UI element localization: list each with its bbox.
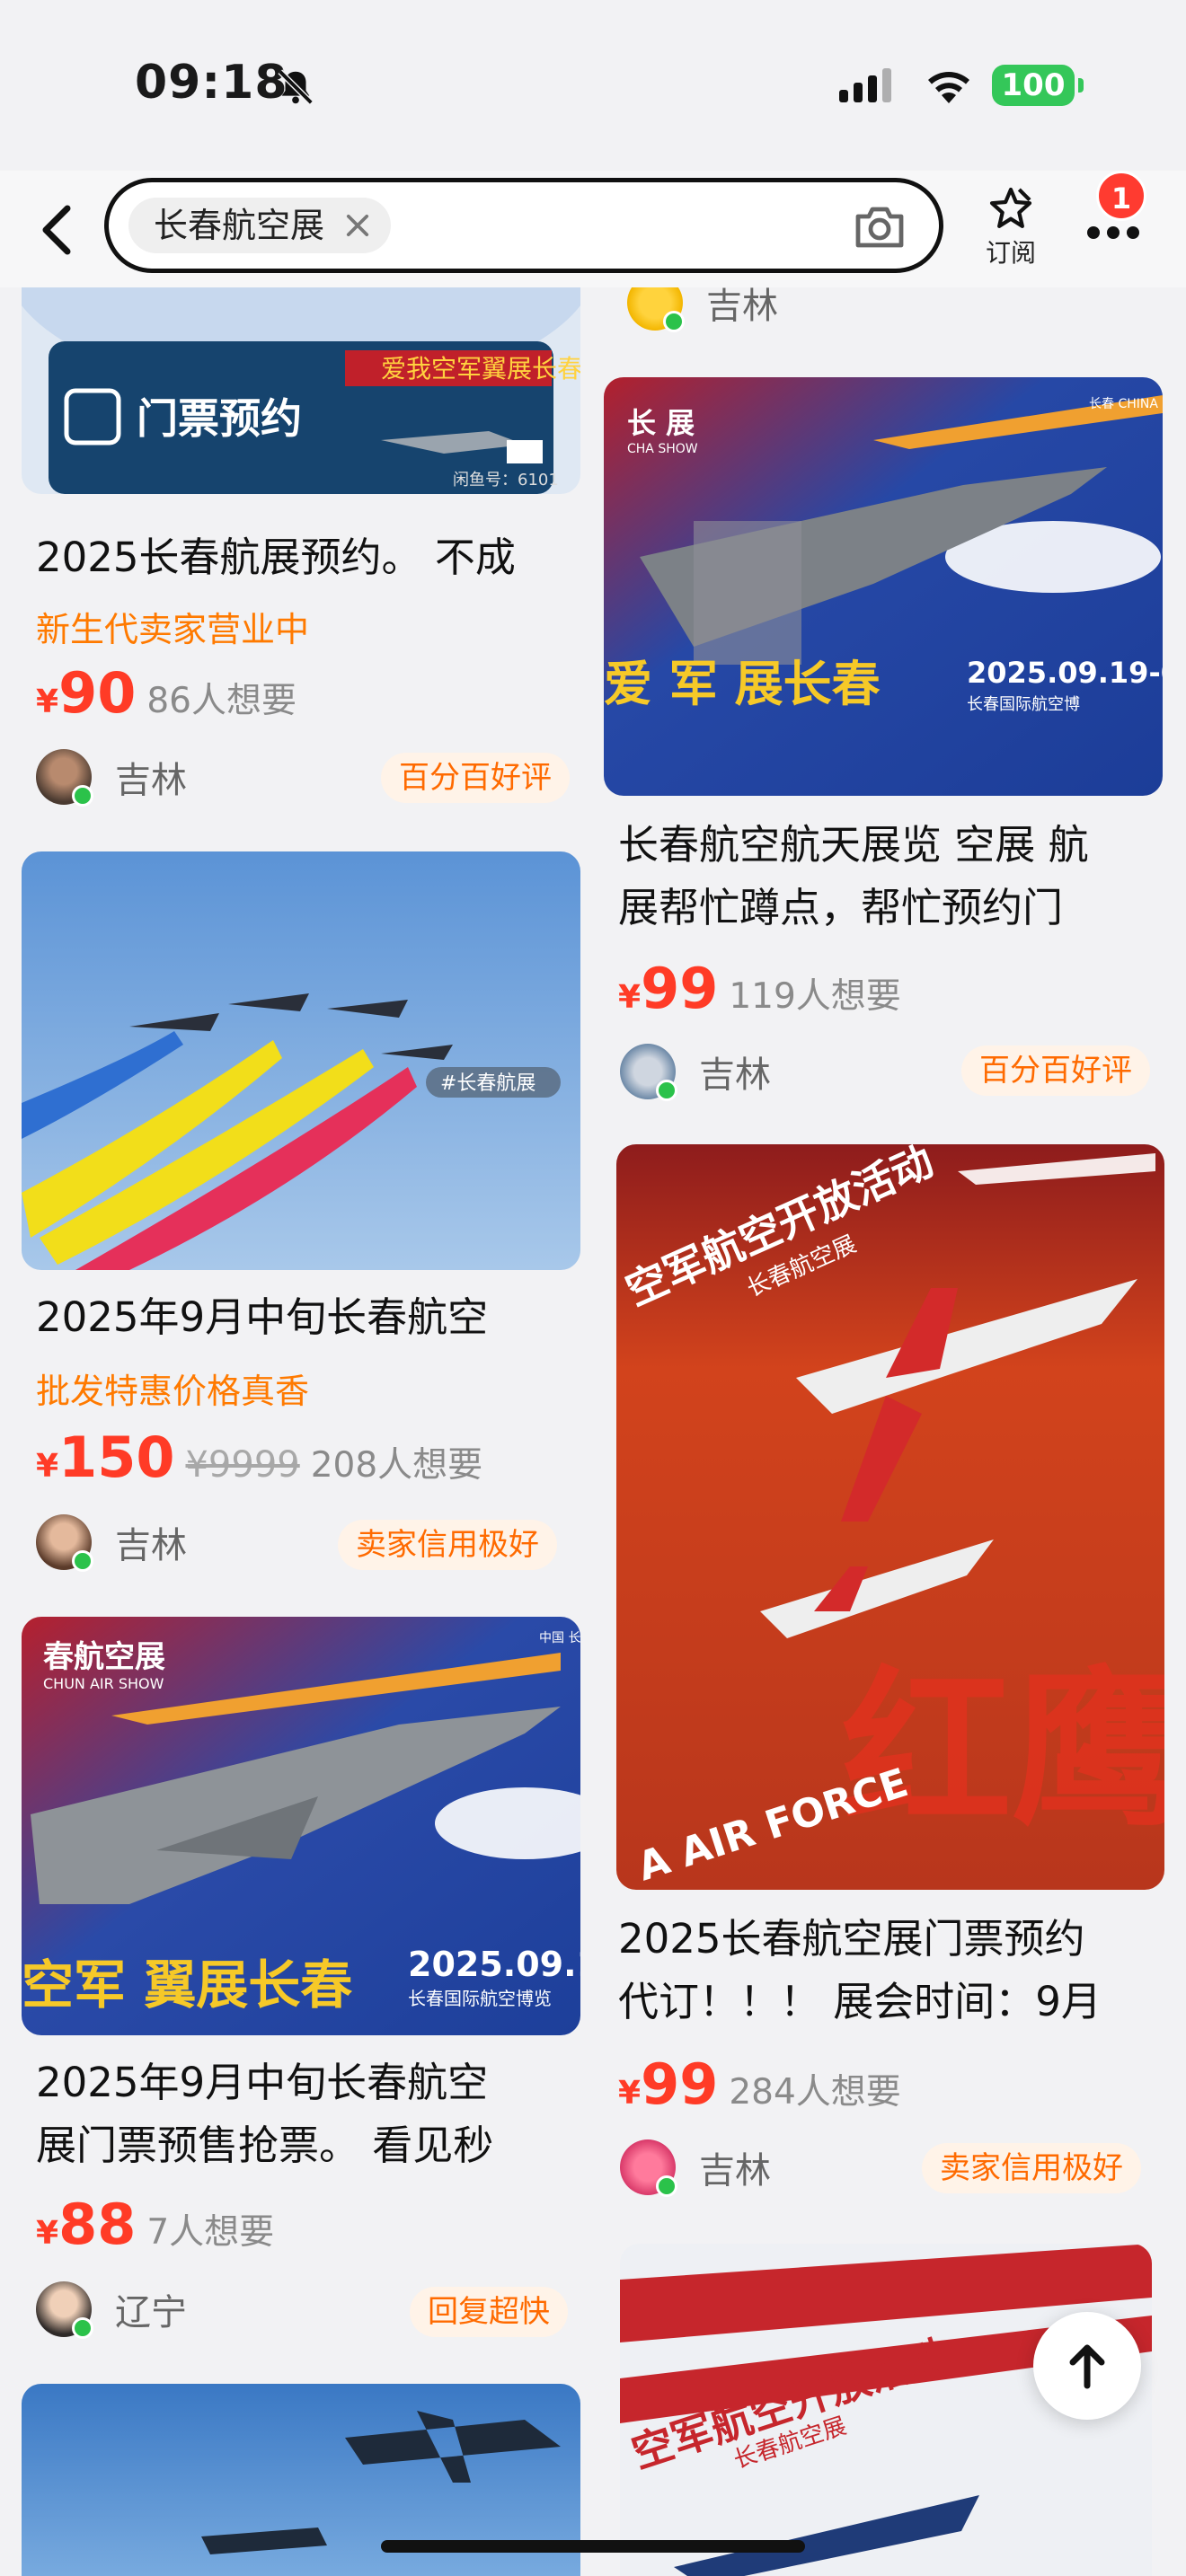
corner-text: 中国 长 (539, 1631, 580, 1645)
wifi-icon (928, 72, 969, 103)
product-title-line-1[interactable]: 2025年9月中旬长春航空 (36, 2051, 575, 2114)
product-title-line-2[interactable]: 代订！！！ 展会时间：9月 (618, 1971, 1166, 2033)
product-feed: 爱我空军翼展长春 门票预约 闲鱼号：6101 2025长春航展预约。 不成 新生… (0, 0, 1186, 2576)
event-date: 2025.09.19- (408, 1945, 580, 1984)
seller-row[interactable]: 吉林 (36, 1514, 187, 1572)
back-arrow-icon[interactable] (34, 203, 79, 257)
price-row: ¥ 150 ¥9999 208人想要 (36, 1425, 482, 1490)
search-box[interactable]: 长春航空展 (104, 178, 943, 273)
price: 150 (58, 1425, 175, 1490)
want-count: 86人想要 (146, 681, 296, 721)
seller-tag: 百分百好评 (961, 1045, 1150, 1096)
event-date: 2025.09.19-09.1 (967, 656, 1163, 690)
clear-icon[interactable] (342, 210, 373, 241)
team-name: 红鹰 (841, 1651, 1164, 1849)
brand-en: CHA SHOW (627, 442, 698, 456)
brand-text: 春航空展 (43, 1639, 165, 1675)
price-row: ¥ 99 119人想要 (618, 956, 901, 1021)
seller-row[interactable]: 吉林 (620, 2139, 771, 2197)
product-title[interactable]: 2025年9月中旬长春航空 (36, 1286, 575, 1349)
avatar[interactable] (36, 2281, 93, 2339)
price: 90 (58, 660, 137, 726)
seller-location: 吉林 (699, 1054, 771, 1096)
currency-symbol: ¥ (36, 2215, 59, 2252)
id-badge: 闲鱼号：6101 (453, 471, 559, 490)
brand-en: CHUN AIR SHOW (43, 1675, 164, 1692)
want-count: 7人想要 (146, 2212, 275, 2253)
seller-tag: 百分百好评 (381, 753, 570, 803)
price: 99 (641, 956, 719, 1021)
search-query-chip[interactable]: 长春航空展 (128, 198, 392, 253)
price-row: ¥ 99 284人想要 (618, 2051, 901, 2117)
promo-text: 新生代卖家营业中 (36, 610, 310, 649)
product-title-line-1[interactable]: 长春航空航天展览 空展 航 (618, 814, 1166, 877)
subscribe-star-icon (989, 187, 1032, 228)
currency-symbol: ¥ (36, 1448, 59, 1485)
product-image[interactable]: 春航空展 CHUN AIR SHOW 中国 长 空军 翼展长春 2025.09.… (22, 1617, 580, 2035)
product-title-line-1[interactable]: 2025长春航空展门票预约 (618, 1908, 1166, 1971)
product-image[interactable]: 空军航空开放活动 长春航空展 红鹰 A AIR FORCE (616, 1144, 1164, 1890)
currency-symbol: ¥ (36, 684, 59, 720)
promo-text: 批发特惠价格真香 (36, 1372, 310, 1411)
seller-location: 吉林 (699, 2150, 771, 2192)
want-count: 284人想要 (729, 2072, 901, 2113)
seller-tag: 卖家信用极好 (338, 1520, 557, 1570)
hashtag: #长春航展 (440, 1072, 535, 1095)
camera-icon[interactable] (853, 204, 907, 251)
slogan: 爱 军 展长春 (604, 656, 881, 712)
product-title[interactable]: 2025长春航展预约。 不成 (36, 526, 575, 589)
avatar[interactable] (620, 2139, 677, 2197)
slogan: 空军 翼展长春 (22, 1954, 352, 2016)
mute-bell-icon (278, 69, 314, 105)
want-count: 208人想要 (310, 1445, 483, 1486)
subscribe-button[interactable]: 订阅 (979, 183, 1042, 269)
avatar[interactable] (36, 1514, 93, 1572)
seller-row[interactable]: 吉林 (620, 1044, 771, 1101)
corner-text: 长春 CHINA (1089, 397, 1158, 411)
currency-symbol: ¥ (618, 979, 642, 1016)
home-indicator[interactable] (381, 2540, 805, 2553)
price: 88 (58, 2192, 137, 2257)
search-query-text: 长春航空展 (154, 206, 325, 245)
product-title-line-2[interactable]: 展帮忙蹲点，帮忙预约门 (618, 877, 1166, 940)
notification-badge: 1 (1096, 171, 1146, 221)
back-to-top-button[interactable] (1033, 2312, 1141, 2420)
seller-location: 辽宁 (115, 2292, 187, 2333)
seller-location: 吉林 (115, 760, 187, 801)
seller-row[interactable]: 吉林 (36, 749, 187, 807)
more-icon[interactable] (1087, 226, 1139, 239)
price-row: ¥ 88 7人想要 (36, 2192, 274, 2257)
product-title-line-2[interactable]: 展门票预售抢票。 看见秒 (36, 2114, 575, 2177)
clock: 09:18 (135, 56, 288, 110)
back-to-top-icon (1069, 2344, 1105, 2389)
ticket-label: 门票预约 (137, 394, 302, 443)
price-row: ¥ 90 86人想要 (36, 660, 296, 726)
search-header: 长春航空展 订阅 1 (0, 171, 1186, 287)
product-image[interactable]: #长春航展 (22, 851, 580, 1270)
svg-text:爱我空军翼展长春: 爱我空军翼展长春 (381, 354, 580, 384)
seller-tag: 卖家信用极好 (922, 2143, 1141, 2193)
original-price: ¥9999 (185, 1444, 300, 1486)
seller-tag: 回复超快 (410, 2287, 568, 2337)
cellular-signal-icon (839, 68, 891, 102)
avatar[interactable] (620, 1044, 677, 1101)
brand-text: 长 展 (627, 406, 695, 440)
battery-indicator: 100 (992, 65, 1084, 106)
seller-location: 吉林 (115, 1525, 187, 1566)
avatar[interactable] (36, 749, 93, 807)
seller-row[interactable]: 辽宁 (36, 2281, 187, 2339)
want-count: 119人想要 (729, 976, 901, 1017)
subscribe-label: 订阅 (985, 238, 1036, 268)
price: 99 (641, 2051, 719, 2117)
organizer: 长春国际航空博 (967, 695, 1080, 714)
currency-symbol: ¥ (618, 2075, 642, 2112)
organizer: 长春国际航空博览 (408, 1988, 552, 2009)
product-image[interactable]: 长 展 CHA SHOW 长春 CHINA 爱 军 展长春 2025.09.19… (604, 377, 1163, 796)
status-bar: 09:18 100 (0, 0, 1186, 171)
